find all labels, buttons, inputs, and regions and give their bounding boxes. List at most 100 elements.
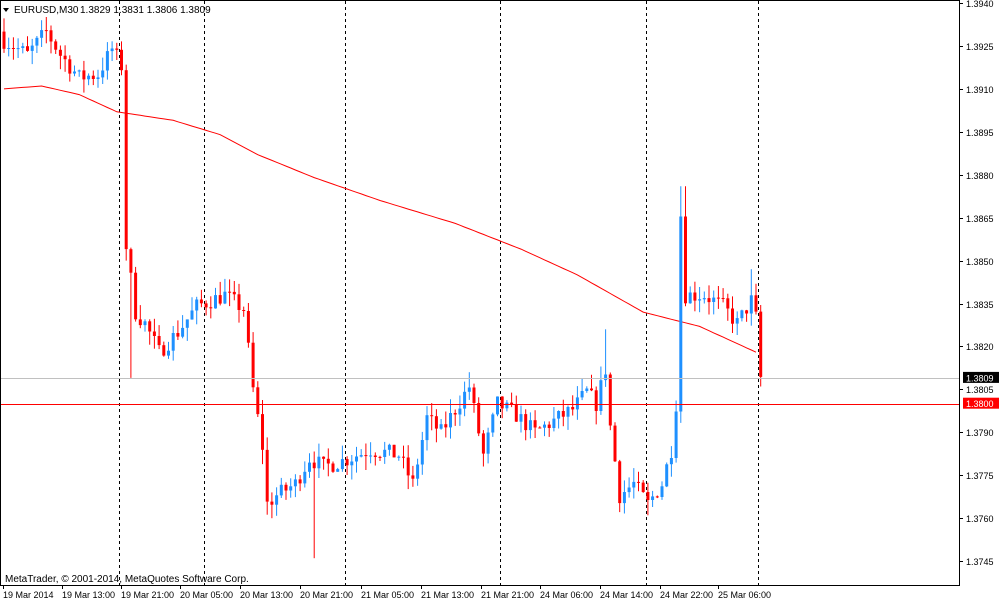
time-tick-label: 24 Mar 14:00 bbox=[600, 590, 653, 600]
candle-body bbox=[284, 484, 288, 491]
candle-body bbox=[190, 310, 194, 320]
level-price-tag-label: 1.3800 bbox=[966, 399, 994, 409]
price-chart[interactable]: 1.3940 1.3925 1.3910 1.3895 1.3880 1.3865 1.38… bbox=[0, 0, 1000, 604]
candle-body bbox=[148, 321, 152, 332]
candle-body bbox=[176, 333, 180, 337]
time-tick-label: 19 Mar 13:00 bbox=[62, 590, 115, 600]
candle-bear[interactable] bbox=[477, 397, 481, 437]
candle-body bbox=[745, 310, 749, 314]
candle-body bbox=[115, 48, 119, 50]
candle-body bbox=[167, 350, 170, 356]
candle-body bbox=[547, 424, 551, 428]
candle-body bbox=[308, 462, 311, 472]
time-tick-label: 20 Mar 21:00 bbox=[300, 590, 353, 600]
candle-body bbox=[256, 387, 260, 415]
candle-body bbox=[279, 484, 283, 496]
candle-body bbox=[458, 408, 462, 415]
candle-body bbox=[637, 481, 640, 483]
candle-bull[interactable] bbox=[496, 396, 499, 417]
price-tick-label: 1.3760 bbox=[966, 514, 994, 524]
candle-body bbox=[242, 310, 246, 311]
candle-body bbox=[533, 420, 537, 428]
candle-body bbox=[561, 411, 565, 417]
candle-body bbox=[491, 414, 495, 433]
candle-body bbox=[618, 461, 622, 504]
candle-body bbox=[684, 216, 687, 304]
candle-body bbox=[326, 458, 330, 464]
price-tick-label: 1.3790 bbox=[966, 428, 994, 438]
candle-body bbox=[477, 403, 481, 434]
chart-svg[interactable]: 1.3940 1.3925 1.3910 1.3895 1.3880 1.3865 1.38… bbox=[0, 0, 1000, 604]
candle-body bbox=[355, 456, 358, 462]
candle-body bbox=[632, 481, 636, 488]
candle-body bbox=[369, 455, 373, 457]
candle-body bbox=[665, 464, 669, 487]
candle-body bbox=[218, 295, 222, 304]
candle-body bbox=[425, 415, 429, 441]
candle-body bbox=[101, 70, 105, 78]
candle-body bbox=[453, 413, 457, 415]
candle-body bbox=[228, 291, 232, 293]
candle-body bbox=[82, 70, 86, 80]
candle-body bbox=[91, 75, 95, 79]
ohlc-values: 1.3829 1.3831 1.3806 1.3809 bbox=[80, 5, 211, 16]
current-price-tag: 1.3809 bbox=[963, 371, 999, 383]
candle-body bbox=[209, 307, 213, 309]
candle-body bbox=[707, 298, 711, 303]
price-tick-label: 1.3820 bbox=[966, 342, 994, 352]
candle-body bbox=[16, 48, 20, 50]
candle-body bbox=[698, 299, 702, 301]
candle-bull[interactable] bbox=[665, 462, 669, 488]
candle-bear[interactable] bbox=[134, 266, 138, 322]
candle-body bbox=[110, 48, 114, 52]
candle-body bbox=[54, 41, 58, 50]
candle-body bbox=[580, 391, 584, 398]
candle-body bbox=[63, 55, 67, 60]
candle-bear[interactable] bbox=[608, 372, 612, 431]
candle-bear[interactable] bbox=[392, 444, 396, 458]
candle-body bbox=[646, 492, 650, 500]
time-tick-label: 20 Mar 13:00 bbox=[240, 590, 293, 600]
candle-body bbox=[585, 388, 589, 391]
price-tick-label: 1.3835 bbox=[966, 300, 994, 310]
candle-body bbox=[449, 413, 452, 428]
candle-bear[interactable] bbox=[759, 305, 763, 387]
candle-body bbox=[439, 424, 443, 429]
candle-body bbox=[87, 75, 91, 80]
candle-body bbox=[77, 70, 81, 72]
candle-body bbox=[594, 390, 598, 411]
candle-body bbox=[627, 487, 631, 493]
candle-body bbox=[35, 37, 39, 46]
candle-bear[interactable] bbox=[124, 64, 128, 261]
time-tick-label: 19 Mar 2014 bbox=[3, 590, 54, 600]
candle-body bbox=[21, 46, 25, 48]
candle-body bbox=[604, 374, 608, 381]
candle-body bbox=[237, 294, 241, 310]
price-tick-label: 1.3805 bbox=[966, 385, 994, 395]
candle-body bbox=[96, 77, 100, 79]
candle-body bbox=[702, 298, 706, 300]
candle-body bbox=[651, 496, 655, 500]
candle-bull[interactable] bbox=[679, 186, 683, 423]
candle-body bbox=[293, 479, 297, 487]
candle-body bbox=[195, 299, 199, 311]
candle-bear[interactable] bbox=[613, 422, 617, 462]
candle-body bbox=[157, 336, 161, 346]
candle-body bbox=[735, 318, 739, 324]
candle-body bbox=[543, 424, 546, 428]
candle-body bbox=[303, 471, 307, 484]
candle-body bbox=[275, 495, 279, 505]
candle-body bbox=[373, 455, 377, 457]
candle-body bbox=[44, 30, 48, 32]
candle-body bbox=[538, 427, 542, 429]
candle-body bbox=[575, 397, 579, 410]
candle-body bbox=[566, 407, 570, 417]
candle-body bbox=[688, 292, 692, 304]
candle-body bbox=[30, 45, 34, 51]
candle-body bbox=[181, 327, 185, 337]
candle-body bbox=[430, 415, 434, 417]
time-tick-label: 24 Mar 22:00 bbox=[660, 590, 713, 600]
candle-body bbox=[199, 299, 203, 304]
candle-body bbox=[524, 414, 528, 431]
candle-body bbox=[693, 292, 697, 301]
